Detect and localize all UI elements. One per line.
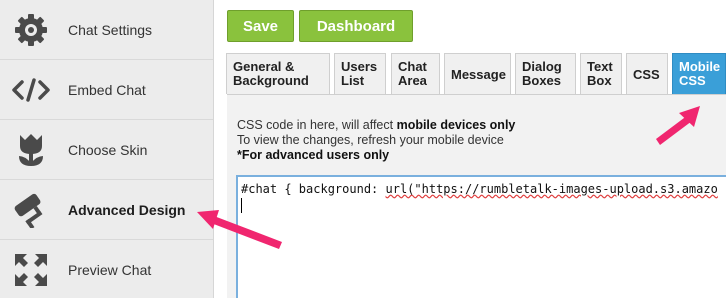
tab-dialog-boxes[interactable]: Dialog Boxes (515, 53, 576, 94)
sidebar-item-label: Chat Settings (68, 21, 153, 38)
tab-css[interactable]: CSS (626, 53, 668, 94)
sidebar-item-label: Embed Chat (68, 81, 146, 98)
save-button[interactable]: Save (227, 10, 294, 42)
code-line: #chat { background: url("https://rumblet… (241, 182, 718, 196)
panel-description: CSS code in here, will affect mobile dev… (237, 118, 515, 163)
sidebar-item-label: Advanced Design (68, 201, 186, 218)
desc-line1: CSS code in here, will affect (237, 118, 397, 132)
tab-label-line2: Boxes (522, 73, 562, 88)
dashboard-button[interactable]: Dashboard (299, 10, 413, 42)
tab-label-line1: Text (587, 59, 613, 74)
tab-label-line2: List (341, 73, 365, 88)
desc-line2: To view the changes, refresh your mobile… (237, 133, 504, 147)
gear-icon (8, 7, 54, 53)
tab-label-line1: General & (233, 59, 295, 74)
sidebar-item-label: Preview Chat (68, 262, 152, 278)
tab-label-line1: Chat (398, 59, 427, 74)
tab-label-line2: Background (233, 73, 309, 88)
tab-label-line2: Box (587, 73, 612, 88)
code-prefix: #chat { background: (241, 182, 386, 196)
sidebar: Chat Settings Embed Chat Choose Skin Adv… (0, 0, 214, 298)
sidebar-item-advanced-design[interactable]: Advanced Design (0, 180, 213, 240)
code-icon (8, 67, 54, 113)
tab-label-line1: Mobile (679, 59, 721, 74)
code-url: url("https://rumbletalk-images-upload.s3… (385, 182, 718, 196)
sidebar-item-preview-chat[interactable]: Preview Chat (0, 240, 213, 300)
tab-general-background[interactable]: General & Background (226, 53, 330, 94)
tab-text-box[interactable]: Text Box (580, 53, 622, 94)
tab-label-line1: CSS (633, 67, 660, 82)
tab-label-line1: Dialog (522, 59, 562, 74)
expand-icon (8, 247, 54, 293)
desc-line3: *For advanced users only (237, 148, 390, 162)
tab-chat-area[interactable]: Chat Area (391, 53, 440, 94)
tab-label-line1: Message (451, 67, 506, 82)
sidebar-item-choose-skin[interactable]: Choose Skin (0, 120, 213, 180)
sidebar-item-embed-chat[interactable]: Embed Chat (0, 60, 213, 120)
tab-mobile-css[interactable]: Mobile CSS (672, 53, 726, 94)
tab-users-list[interactable]: Users List (334, 53, 386, 94)
sidebar-item-chat-settings[interactable]: Chat Settings (0, 0, 213, 60)
tab-message[interactable]: Message (444, 53, 511, 94)
text-caret (241, 198, 242, 213)
paint-roller-icon (8, 187, 54, 233)
tab-label-line1: Users (341, 59, 378, 74)
tulip-icon (8, 127, 54, 173)
tab-label-line2: Area (398, 73, 427, 88)
css-code-editor[interactable]: #chat { background: url("https://rumblet… (236, 175, 726, 298)
desc-line1-emphasis: mobile devices only (396, 118, 516, 132)
tab-label-line2: CSS (679, 73, 706, 88)
sidebar-item-label: Choose Skin (68, 141, 148, 158)
